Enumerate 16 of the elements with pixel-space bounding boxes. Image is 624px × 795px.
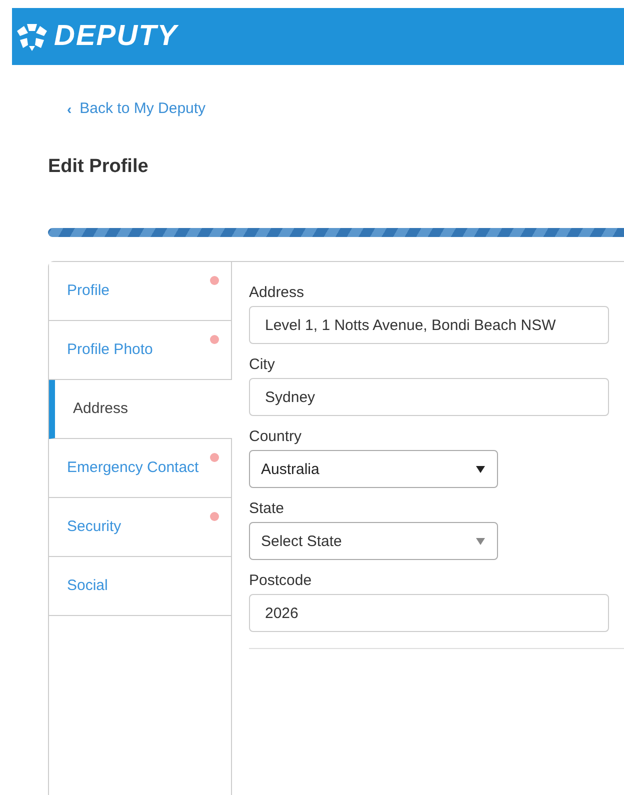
field-label: Postcode [249, 572, 313, 589]
field-label: City [249, 356, 276, 373]
input-field[interactable]: Sydney [249, 378, 609, 416]
field-label: Country [249, 428, 303, 445]
logo-icon [14, 22, 50, 52]
field-label: State [249, 500, 286, 517]
field-label: Address [249, 284, 306, 301]
input-field[interactable]: Level 1, 1 Notts Avenue, Bondi Beach NSW [249, 306, 609, 344]
select-field[interactable]: Select State [249, 522, 498, 560]
input-field[interactable]: 2026 [249, 594, 609, 632]
page-title: Edit Profile [48, 156, 150, 178]
dropdown-arrow-icon [476, 466, 485, 472]
sidebar-tab[interactable]: Address [49, 380, 232, 439]
dropdown-arrow-icon [476, 538, 485, 544]
select-field[interactable]: Australia [249, 450, 498, 488]
logo-text: DEPUTY [54, 20, 178, 53]
